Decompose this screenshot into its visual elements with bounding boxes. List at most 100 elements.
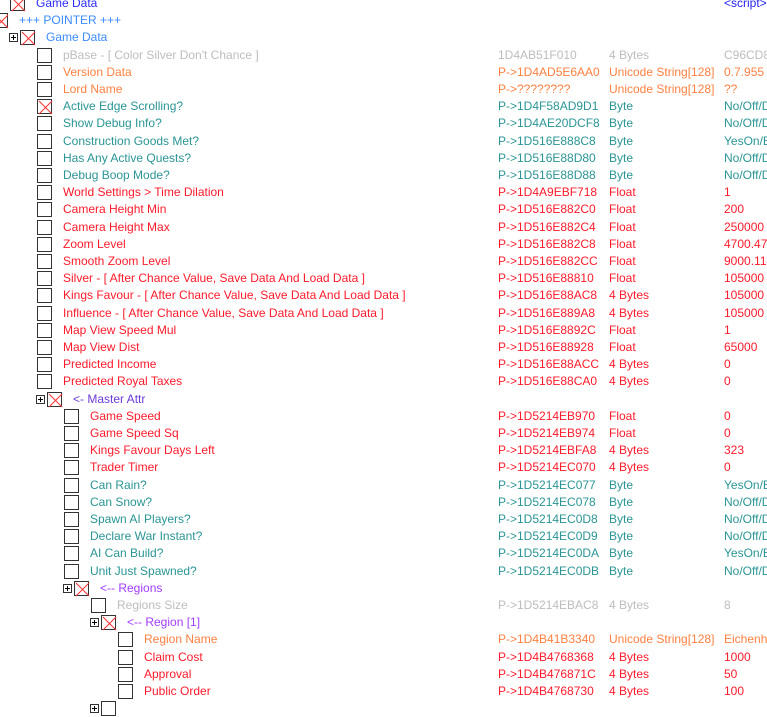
group-row[interactable] xyxy=(0,700,767,717)
value[interactable]: 105000 xyxy=(724,287,764,304)
description[interactable]: Construction Goods Met? xyxy=(63,133,199,150)
value-type[interactable]: Unicode String[128] xyxy=(609,81,714,98)
active-checkbox[interactable] xyxy=(37,219,52,235)
active-checkbox[interactable] xyxy=(37,99,53,115)
value[interactable]: 0.7.955 xyxy=(724,64,764,81)
table-row[interactable]: Can Snow? P->1D5214EC078 Byte No/Off/D xyxy=(0,494,767,511)
address[interactable]: P->1D5214EC077 xyxy=(498,477,596,494)
address[interactable]: P->1D516E8892C xyxy=(498,322,596,339)
address[interactable]: P->1D5214EBAC8 xyxy=(498,597,598,614)
value[interactable]: 0 xyxy=(724,459,731,476)
value[interactable]: No/Off/D xyxy=(724,167,767,184)
description[interactable]: Approval xyxy=(144,666,191,683)
description[interactable]: Game Data xyxy=(36,0,97,12)
value-type[interactable]: Byte xyxy=(609,563,633,580)
address[interactable]: P->1D516E889A8 xyxy=(498,305,595,322)
group-row[interactable]: +++ POINTER +++ xyxy=(0,12,767,29)
active-checkbox[interactable] xyxy=(64,426,79,441)
description[interactable]: Can Snow? xyxy=(90,494,152,511)
value[interactable]: 8 xyxy=(724,597,731,614)
table-row[interactable]: Unit Just Spawned? P->1D5214EC0DB Byte No/O… xyxy=(0,563,767,580)
value-type[interactable]: Byte xyxy=(609,98,633,115)
value[interactable]: C96CD87 xyxy=(724,47,767,64)
group-row[interactable]: <-- Region [1] xyxy=(0,614,767,631)
value-type[interactable]: 4 Bytes xyxy=(609,373,649,390)
active-checkbox[interactable] xyxy=(37,168,52,183)
value-type[interactable]: Byte xyxy=(609,528,633,545)
address[interactable]: P->1D5214EB970 xyxy=(498,408,595,425)
address[interactable]: P->1D516E88ACC xyxy=(498,356,599,373)
description[interactable]: Kings Favour - [ After Chance Value, Sav… xyxy=(63,287,406,304)
value[interactable]: 4700.471 xyxy=(724,236,767,253)
address[interactable]: P->1D4B4768730 xyxy=(498,683,594,700)
address[interactable]: P->1D516E88D80 xyxy=(498,150,596,167)
table-row[interactable]: Map View Dist P->1D516E88928 Float 65000 xyxy=(0,339,767,356)
table-row[interactable]: Trader Timer P->1D5214EC070 4 Bytes 0 xyxy=(0,459,767,476)
value[interactable]: 0 xyxy=(724,373,731,390)
expand-icon[interactable] xyxy=(90,618,99,628)
value[interactable]: 105000 xyxy=(724,305,764,322)
address[interactable]: P->???????? xyxy=(498,81,570,98)
expand-icon[interactable] xyxy=(9,33,18,43)
description[interactable]: Silver - [ After Chance Value, Save Data… xyxy=(63,270,365,287)
description[interactable]: Can Rain? xyxy=(90,477,147,494)
table-row[interactable]: Regions Size P->1D5214EBAC8 4 Bytes 8 xyxy=(0,597,767,614)
description[interactable]: Kings Favour Days Left xyxy=(90,442,215,459)
active-checkbox[interactable] xyxy=(37,185,52,201)
description[interactable]: Trader Timer xyxy=(90,459,158,476)
description[interactable]: +++ POINTER +++ xyxy=(19,12,121,29)
table-row[interactable]: Map View Speed Mul P->1D516E8892C Float 1 xyxy=(0,322,767,339)
table-row[interactable]: Kings Favour - [ After Chance Value, Sav… xyxy=(0,287,767,304)
value[interactable]: No/Off/D xyxy=(724,511,767,528)
address[interactable]: P->1D4AD5E6AA0 xyxy=(498,64,600,81)
active-checkbox[interactable] xyxy=(64,408,79,424)
active-checkbox[interactable] xyxy=(37,150,52,166)
active-checkbox[interactable] xyxy=(20,30,36,46)
address[interactable]: 1D4AB51F010 xyxy=(498,47,577,64)
value-type[interactable]: 4 Bytes xyxy=(609,597,649,614)
active-checkbox[interactable] xyxy=(64,529,79,545)
value[interactable]: 1 xyxy=(724,322,731,339)
description[interactable]: Camera Height Min xyxy=(63,201,166,218)
description[interactable]: Lord Name xyxy=(63,81,122,98)
value-type[interactable]: Float xyxy=(609,339,636,356)
description[interactable]: Region Name xyxy=(144,631,217,648)
active-checkbox[interactable] xyxy=(118,632,133,648)
address[interactable]: P->1D5214EBFA8 xyxy=(498,442,596,459)
value[interactable]: 105000 xyxy=(724,270,764,287)
value-type[interactable]: Unicode String[128] xyxy=(609,631,714,648)
value[interactable]: YesOn/E xyxy=(724,477,767,494)
value-type[interactable]: Byte xyxy=(609,511,633,528)
address[interactable]: P->1D5214EB974 xyxy=(498,425,595,442)
value-type[interactable]: 4 Bytes xyxy=(609,683,649,700)
value-type[interactable]: 4 Bytes xyxy=(609,459,649,476)
description[interactable]: <- Master Attr xyxy=(73,391,145,408)
address[interactable]: P->1D5214EC070 xyxy=(498,459,596,476)
script-label[interactable]: <script> xyxy=(724,0,767,12)
description[interactable]: <-- Region [1] xyxy=(127,614,200,631)
active-checkbox[interactable] xyxy=(37,357,52,373)
value-type[interactable]: Byte xyxy=(609,133,633,150)
table-row[interactable]: Public Order P->1D4B4768730 4 Bytes 100 xyxy=(0,683,767,700)
address[interactable]: P->1D5214EC078 xyxy=(498,494,596,511)
address[interactable]: P->1D516E882C4 xyxy=(498,219,596,236)
table-row[interactable]: Game Speed Sq P->1D5214EB974 Float 0 xyxy=(0,425,767,442)
address[interactable]: P->1D516E882C0 xyxy=(498,201,596,218)
group-row[interactable]: Game Data xyxy=(0,29,767,46)
group-row[interactable]: <-- Regions xyxy=(0,580,767,597)
active-checkbox[interactable] xyxy=(118,649,133,665)
value-type[interactable]: 4 Bytes xyxy=(609,287,649,304)
address[interactable]: P->1D5214EC0DB xyxy=(498,563,599,580)
address[interactable]: P->1D4B41B3340 xyxy=(498,631,595,648)
value[interactable]: 50 xyxy=(724,666,737,683)
description[interactable]: Predicted Income xyxy=(63,356,156,373)
value[interactable]: 250000 xyxy=(724,219,764,236)
value-type[interactable]: Byte xyxy=(609,545,633,562)
address[interactable]: P->1D5214EC0DA xyxy=(498,545,599,562)
table-row[interactable]: pBase - [ Color Silver Don't Chance ] 1D4… xyxy=(0,47,767,64)
description[interactable]: Game Speed xyxy=(90,408,161,425)
active-checkbox[interactable] xyxy=(37,236,52,252)
value-type[interactable]: Byte xyxy=(609,150,633,167)
value-type[interactable]: 4 Bytes xyxy=(609,666,649,683)
table-row[interactable]: Camera Height Min P->1D516E882C0 Float 200 xyxy=(0,201,767,218)
